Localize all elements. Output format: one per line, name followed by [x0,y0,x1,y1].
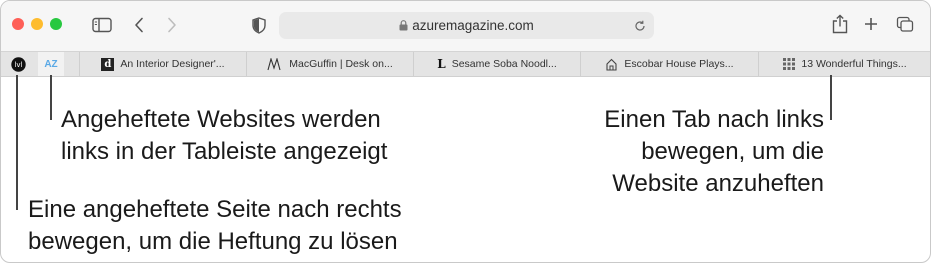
callout-unpin: Eine angeheftete Seite nach rechts beweg… [28,194,402,258]
browser-window: azuremagazine.com lvl AZ d An Interior D… [0,0,931,263]
pinned-tab[interactable]: AZ [38,52,64,76]
callout-pin: Einen Tab nach links bewegen, um die Web… [604,104,824,200]
shield-icon [252,16,266,34]
tab-label: An Interior Designer'... [120,58,225,70]
chevron-right-icon [168,17,176,33]
plus-icon [865,18,877,30]
callout-line: bewegen, um die Heftung zu lösen [28,228,398,255]
svg-text:lvl: lvl [14,61,22,69]
grid-logo-icon [783,58,796,70]
house-icon [605,58,618,71]
tab-label: 13 Wonderful Things... [801,58,907,70]
lock-icon [399,20,408,31]
tab-label: Sesame Soba Noodl... [451,58,557,70]
address-bar[interactable]: azuremagazine.com [279,12,654,39]
az-logo-icon: AZ [44,58,58,70]
l-logo-icon: L [437,57,446,71]
tab-label: MacGuffin | Desk on... [289,58,393,70]
new-tab-button[interactable] [862,15,880,33]
tab[interactable]: Escobar House Plays... [580,52,758,76]
sidebar-icon [92,17,112,33]
m-logo-icon [267,57,283,71]
chevron-left-icon [135,17,143,33]
tab[interactable]: d An Interior Designer'... [79,52,246,76]
tab-label: Escobar House Plays... [624,58,734,70]
callout-line: Eine angeheftete Seite nach rechts [28,196,402,223]
tab[interactable]: MacGuffin | Desk on... [246,52,413,76]
callout-line-pin [830,75,832,120]
privacy-report-button[interactable] [250,15,268,35]
callout-pinned-sites: Angeheftete Websites werden links in der… [61,104,387,168]
back-button[interactable] [130,15,148,35]
url-text: azuremagazine.com [412,18,534,33]
share-icon [832,14,848,34]
tab-overview-button[interactable] [894,14,916,34]
reload-icon [635,20,645,31]
share-button[interactable] [830,13,850,35]
callout-line: links in der Tableiste angezeigt [61,138,388,165]
tab[interactable]: 13 Wonderful Things... [758,52,930,76]
sidebar-toggle-button[interactable] [91,15,113,35]
callout-line: Website anzuheften [612,170,824,197]
tab[interactable]: L Sesame Soba Noodl... [413,52,580,76]
callout-line: bewegen, um die [641,138,824,165]
tab-overview-icon [896,16,914,32]
tab-bar: lvl AZ d An Interior Designer'... MacGuf… [1,51,930,77]
mask-logo-icon: lvl [10,56,26,72]
forward-button[interactable] [163,15,181,35]
d-logo-icon: d [101,57,115,71]
toolbar: azuremagazine.com [1,1,930,51]
callout-line-unpin [16,75,18,210]
minimize-window-button[interactable] [31,18,43,30]
zoom-window-button[interactable] [50,18,62,30]
callout-line: Einen Tab nach links [604,106,824,133]
callout-line-pinned [50,75,52,120]
callout-line: Angeheftete Websites werden [61,106,381,133]
reload-button[interactable] [632,18,648,34]
pinned-tab[interactable]: lvl [6,52,30,76]
close-window-button[interactable] [12,18,24,30]
